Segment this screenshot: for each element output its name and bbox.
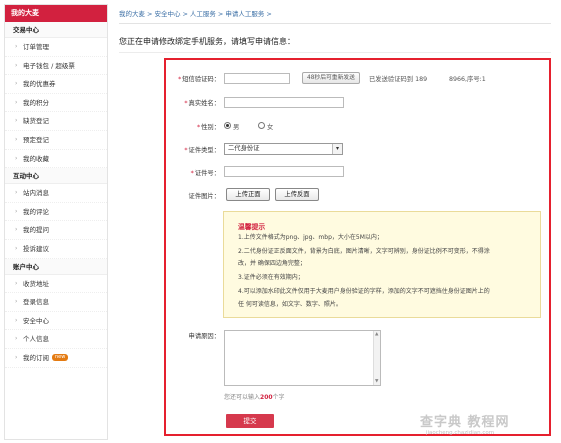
tip-line: 改，并 确保四边角完整； (238, 260, 306, 267)
breadcrumb-separator: > (182, 10, 188, 18)
watermark-text: 查字典 教程网 (420, 415, 510, 430)
submit-button[interactable]: 提交 (226, 414, 274, 428)
chevron-right-icon: › (15, 335, 18, 343)
upload-front-button[interactable]: 上传正面 (226, 188, 270, 201)
chevron-right-icon: › (15, 279, 18, 287)
chevron-right-icon: › (15, 226, 18, 234)
real-name-input[interactable] (224, 97, 344, 108)
sidebar-item-points[interactable]: › 我的积分 (5, 94, 107, 113)
sidebar-item-comments[interactable]: › 我的评论 (5, 203, 107, 222)
chevron-right-icon: › (15, 189, 18, 197)
chevron-right-icon: › (15, 207, 18, 215)
gender-female-label: 女 (267, 124, 274, 131)
tips-box: 温馨提示 1.上传文件格式为png、jpg、mbp，大小在5M以内； 2.二代身… (223, 211, 541, 318)
sidebar-item-login-info[interactable]: › 登录信息 (5, 293, 107, 312)
tips-title: 温馨提示 (238, 223, 266, 231)
breadcrumb-link[interactable]: 安全中心 (154, 10, 180, 18)
gender-male-radio[interactable] (224, 122, 231, 129)
sms-code-input[interactable] (224, 73, 290, 84)
chevron-right-icon: › (15, 43, 18, 50)
breadcrumb-separator: > (266, 10, 272, 18)
sidebar-group-title: 账户中心 (5, 258, 107, 275)
sidebar-header: 我的大麦 (5, 5, 107, 22)
id-number-input[interactable] (224, 166, 344, 177)
tip-line: 2.二代身份证正反面文件，背景为白底，图片清晰，文字可辨别，身份证比例不可变形，… (238, 248, 490, 255)
page-title: 您正在申请修改绑定手机服务，请填写申请信息： (119, 37, 295, 46)
sms-sent-status: 已发送验证码到 189 (369, 76, 428, 83)
tip-line: 任 何可读信息，如文字、数字、照片。 (238, 301, 342, 308)
upload-back-button[interactable]: 上传反面 (275, 188, 319, 201)
scroll-up-icon[interactable]: ▲ (375, 332, 378, 337)
char-count-number: 200 (260, 394, 273, 401)
id-type-label: *证件类型： (184, 147, 220, 154)
sidebar-item-questions[interactable]: › 我的提问 (5, 221, 107, 240)
chevron-right-icon: › (15, 135, 18, 143)
watermark-url: jiaocheng.chazidian.com (426, 430, 495, 436)
sidebar-item-messages[interactable]: › 站内消息 (5, 184, 107, 203)
sidebar-item-profile[interactable]: › 个人信息 (5, 330, 107, 349)
id-photo-label: 证件图片： (188, 193, 220, 200)
breadcrumb: 我的大麦 > 安全中心 > 人工服务 > 申请人工服务 > (119, 8, 551, 24)
chevron-right-icon: › (15, 98, 18, 106)
chevron-right-icon: › (15, 244, 18, 252)
reason-label: 申请原因： (188, 333, 220, 340)
breadcrumb-link[interactable]: 人工服务 (190, 10, 216, 18)
chevron-right-icon: › (15, 154, 18, 162)
chevron-right-icon: › (15, 316, 18, 324)
resend-code-button[interactable]: 48秒后可重新发送 (302, 72, 360, 84)
sidebar-item-reservation[interactable]: › 预定登记 (5, 131, 107, 150)
sidebar-item-coupons[interactable]: › 我的优惠券 (5, 75, 107, 94)
sidebar-item-feedback[interactable]: › 投诉建议 (5, 240, 107, 259)
id-type-select[interactable]: 二代身份证 ▾ (224, 143, 343, 155)
chevron-right-icon: › (15, 61, 18, 69)
id-number-label: *证件号： (190, 170, 220, 177)
sidebar-item-favorites[interactable]: › 我的收藏 (5, 150, 107, 169)
gender-male-label: 男 (233, 124, 240, 131)
breadcrumb-separator: > (217, 10, 224, 18)
scroll-down-icon[interactable]: ▼ (375, 379, 378, 384)
reason-textarea[interactable]: ▲ ▼ (224, 330, 381, 386)
chevron-right-icon: › (15, 353, 18, 361)
sms-serial: 8966,序号:1 (449, 76, 486, 83)
sidebar-group-title: 交易中心 (5, 22, 107, 38)
sidebar-item-stockout[interactable]: › 缺货登记 (5, 112, 107, 131)
chevron-right-icon: › (15, 80, 18, 88)
gender-label: *性别： (196, 124, 220, 131)
sidebar-item-wallet[interactable]: › 电子钱包 / 超级票 (5, 57, 107, 76)
char-count-hint: 您还可以输入200个字 (224, 394, 285, 401)
breadcrumb-link[interactable]: 我的大麦 (119, 10, 145, 18)
tip-line: 4.可以添加水印此文件仅用于大麦用户身份验证的字样，添加的文字不可遮挡住身份证图… (238, 288, 490, 295)
sidebar-group-title: 互动中心 (5, 168, 107, 185)
sidebar-item-orders[interactable]: › 订单管理 (5, 38, 107, 57)
breadcrumb-current: 申请人工服务 (225, 10, 265, 18)
sidebar-item-security[interactable]: › 安全中心 (5, 312, 107, 331)
gender-female-radio[interactable] (258, 122, 265, 129)
sidebar-item-address[interactable]: › 收货地址 (5, 275, 107, 294)
divider (119, 52, 551, 53)
new-badge: new (52, 354, 69, 362)
watermark: 查字典 教程网 jiaocheng.chazidian.com (420, 411, 554, 439)
real-name-label: *真实姓名： (184, 100, 220, 107)
breadcrumb-separator: > (147, 10, 153, 18)
chevron-right-icon: › (15, 298, 18, 306)
sidebar-item-subscriptions[interactable]: › 我的订阅 new (5, 349, 107, 368)
textarea-scrollbar[interactable]: ▲ ▼ (373, 331, 380, 385)
id-type-selected-value: 二代身份证 (228, 145, 260, 152)
sms-code-label: *短信验证码： (178, 76, 220, 83)
sidebar: 我的大麦 交易中心 › 订单管理 › 电子钱包 / 超级票 › 我的优惠券 › 我的积分… (4, 4, 108, 440)
tip-line: 3.证件必须在有效期内； (238, 274, 304, 281)
tip-line: 1.上传文件格式为png、jpg、mbp，大小在5M以内； (238, 234, 383, 241)
chevron-down-icon: ▾ (332, 144, 342, 154)
chevron-right-icon: › (15, 117, 18, 125)
